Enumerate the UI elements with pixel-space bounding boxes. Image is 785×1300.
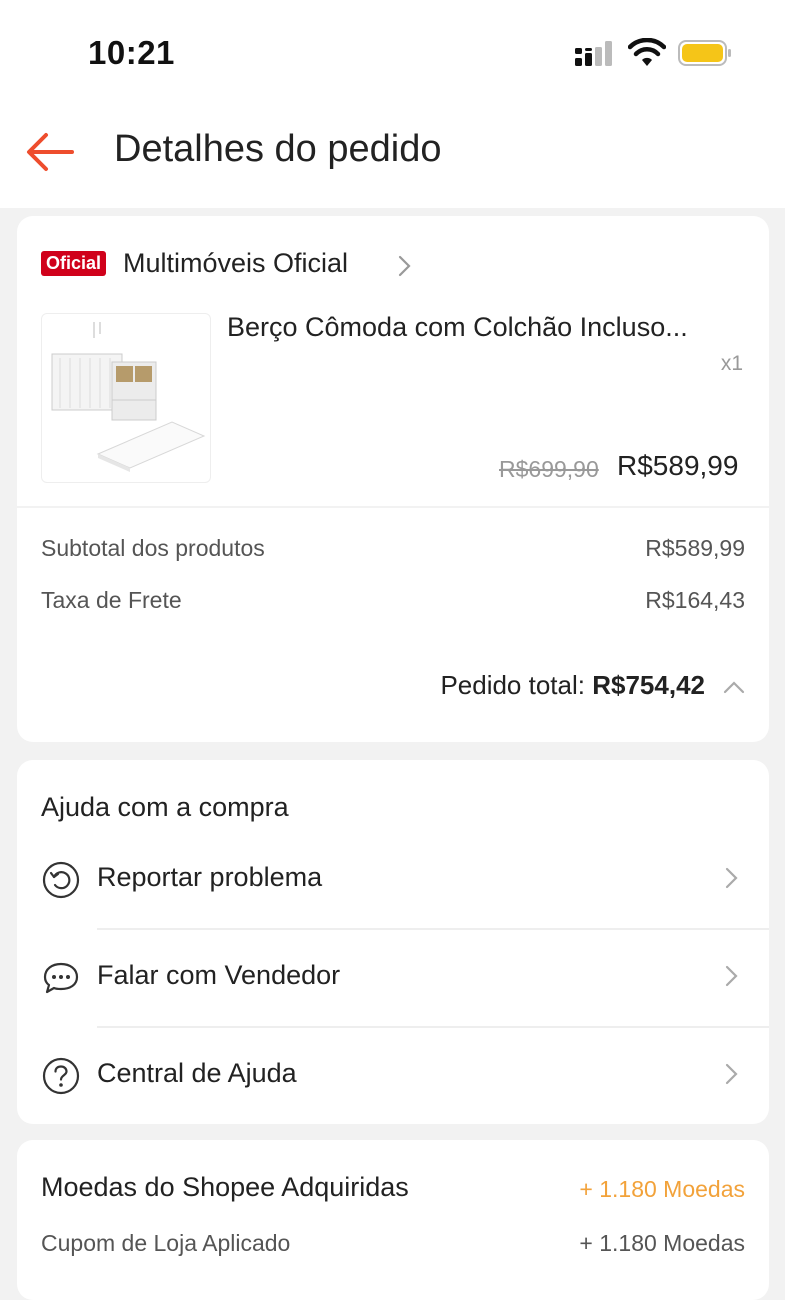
- help-section-title: Ajuda com a compra: [41, 792, 289, 822]
- help-item-label: Falar com Vendedor: [97, 960, 341, 990]
- help-item-help-center[interactable]: Central de Ajuda: [17, 1028, 769, 1124]
- help-item-label: Central de Ajuda: [97, 1058, 297, 1088]
- product-thumbnail[interactable]: [41, 313, 211, 483]
- order-total-label: Pedido total:: [440, 670, 585, 700]
- crib-image: [51, 322, 206, 472]
- coins-card: Moedas do Shopee Adquiridas + 1.180 Moed…: [17, 1140, 769, 1300]
- report-problem-icon: [42, 861, 80, 899]
- shop-name[interactable]: Multimóveis Oficial: [123, 248, 348, 279]
- order-card: Oficial Multimóveis Oficial Berço Cômoda…: [17, 216, 769, 742]
- help-item-chat-seller[interactable]: Falar com Vendedor: [17, 930, 769, 1026]
- order-total-value: R$754,42: [592, 670, 705, 700]
- divider: [17, 506, 769, 508]
- product-name[interactable]: Berço Cômoda com Colchão Incluso...: [227, 312, 688, 343]
- subtotal-value: R$589,99: [645, 535, 745, 561]
- coupon-label: Cupom de Loja Aplicado: [41, 1230, 291, 1256]
- coins-title: Moedas do Shopee Adquiridas: [41, 1172, 409, 1202]
- help-item-label: Reportar problema: [97, 862, 323, 892]
- chat-icon: [43, 962, 79, 994]
- order-total[interactable]: Pedido total: R$754,42: [440, 670, 705, 701]
- cellular-signal-icon: [575, 41, 612, 66]
- product-price: R$589,99: [617, 450, 739, 481]
- help-question-icon: [42, 1057, 80, 1095]
- official-badge: Oficial: [41, 251, 107, 276]
- coupon-value: + 1.180 Moedas: [579, 1230, 745, 1256]
- page-title: Detalhes do pedido: [114, 128, 442, 170]
- battery-icon: [678, 40, 731, 66]
- shipping-value: R$164,43: [645, 587, 745, 613]
- status-time: 10:21: [88, 34, 175, 71]
- wifi-icon: [628, 38, 666, 66]
- chevron-right-icon[interactable]: [397, 254, 413, 278]
- help-item-report-problem[interactable]: Reportar problema: [17, 832, 769, 928]
- original-price: R$699,90: [499, 456, 599, 482]
- chevron-right-icon: [725, 965, 738, 987]
- chevron-right-icon: [725, 1063, 738, 1085]
- help-card: Ajuda com a compra Reportar problema Fal…: [17, 760, 769, 1124]
- subtotal-label: Subtotal dos produtos: [41, 535, 265, 561]
- coins-value: + 1.180 Moedas: [579, 1176, 745, 1202]
- status-bar: 10:21: [0, 0, 785, 100]
- back-arrow-icon[interactable]: [24, 130, 76, 174]
- chevron-right-icon: [725, 867, 738, 889]
- shipping-label: Taxa de Frete: [41, 587, 182, 613]
- product-quantity: x1: [720, 352, 743, 375]
- chevron-up-icon[interactable]: [723, 680, 745, 694]
